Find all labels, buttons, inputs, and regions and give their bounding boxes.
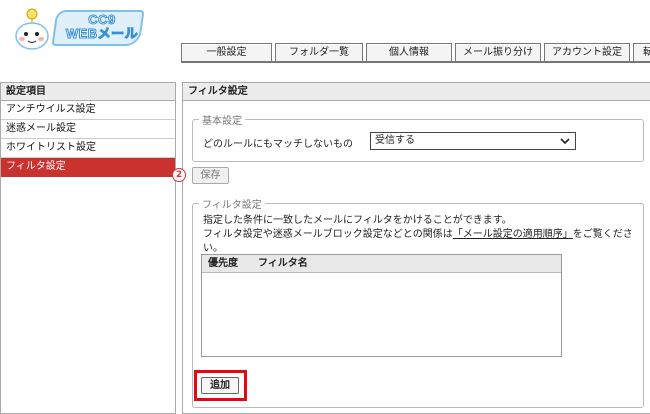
filter-desc-text: フィルタ設定や迷惑メールブロック設定などとの関係は [203,229,453,240]
filter-table: 優先度 フィルタ名 [201,254,562,357]
sidebar-item-spam[interactable]: 迷惑メール設定 [1,120,175,139]
tab-mail-sorting[interactable]: メール振り分け [455,43,541,62]
sidebar-heading: 設定項目 [1,83,175,101]
filter-desc-line2: フィルタ設定や迷惑メールブロック設定などとの関係は「メール設定の適用順序」をご覧… [203,228,650,256]
sidebar-item-whitelist[interactable]: ホワイトリスト設定 [1,139,175,158]
filter-desc-line1: 指定した条件に一致したメールにフィルタをかけることができます。 [203,215,512,226]
tab-folders[interactable]: フォルダ一覧 [275,43,363,62]
column-header-filter-name: フィルタ名 [258,258,308,269]
sidebar: 設定項目 アンチウイルス設定 迷惑メール設定 ホワイトリスト設定 フィルタ設定 [0,82,176,414]
filter-description: 指定した条件に一致したメールにフィルタをかけることができます。 フィルタ設定や迷… [203,214,650,256]
default-rule-select[interactable]: 受信する [370,132,576,150]
logo-line2: WEBメール [65,26,139,41]
filter-settings-legend: フィルタ設定 [202,200,262,211]
tabs-divider [181,61,650,63]
apply-order-link[interactable]: 「メール設定の適用順序」 [453,229,573,240]
step-marker: 2 [172,168,186,182]
sidebar-item-antivirus[interactable]: アンチウイルス設定 [1,101,175,120]
logo: CC9 WEBメール [4,4,145,56]
mascot-icon [15,8,49,50]
logo-line1: CC9 [88,12,116,27]
tab-account[interactable]: アカウント設定 [544,43,630,62]
default-rule-label: どのルールにもマッチしないもの [203,139,353,150]
tab-personal-info[interactable]: 個人情報 [366,43,452,62]
filter-table-header: 優先度 フィルタ名 [202,255,561,273]
sidebar-item-filter[interactable]: フィルタ設定 [1,158,175,177]
basic-settings-legend: 基本設定 [202,116,242,127]
tab-forward[interactable]: 転 [633,43,650,62]
tab-general[interactable]: 一般設定 [181,43,272,62]
main-tabs: 一般設定 フォルダ一覧 個人情報 メール振り分け アカウント設定 転 [181,43,650,62]
column-header-priority: 優先度 [208,258,238,269]
panel-title: フィルタ設定 [183,83,650,101]
add-button[interactable]: 追加 [201,377,239,394]
save-button[interactable]: 保存 [192,167,229,184]
default-rule-value: 受信する [375,135,415,146]
chevron-down-icon [560,138,570,145]
